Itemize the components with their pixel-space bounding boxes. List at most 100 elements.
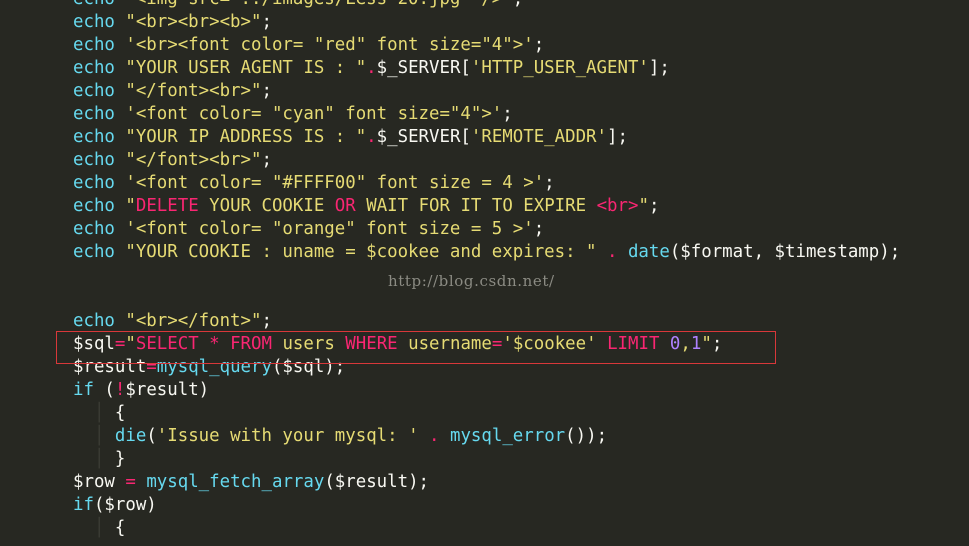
code-token: echo xyxy=(73,0,125,9)
code-line[interactable]: echo "DELETE YOUR COOKIE OR WAIT FOR IT … xyxy=(0,195,969,218)
code-token: <br> xyxy=(596,196,639,216)
code-token: ]; xyxy=(648,58,670,78)
code-token: YOUR COOKIE xyxy=(198,196,335,216)
code-token: echo xyxy=(73,242,126,262)
code-token: , xyxy=(680,334,691,354)
code-token: "<br><br><b>" xyxy=(125,12,262,32)
code-line[interactable]: if (!$result) xyxy=(0,379,969,402)
code-token: $result xyxy=(73,357,147,377)
code-token: "YOUR COOKIE : uname = $cookee and expir… xyxy=(125,242,597,262)
code-area[interactable]: echo '<img src="../images/Less-20.jpg" /… xyxy=(0,0,969,540)
code-token: "YOUR IP ADDRESS IS : " xyxy=(125,127,367,147)
code-token: ; xyxy=(261,12,272,32)
code-token: │ xyxy=(73,449,115,469)
code-token: mysql_fetch_array xyxy=(146,472,325,492)
code-token: ; xyxy=(513,0,523,9)
code-editor[interactable]: echo '<img src="../images/Less-20.jpg" /… xyxy=(0,0,969,546)
code-line[interactable]: echo "</font><br>"; xyxy=(0,149,969,172)
code-token: mysql_error xyxy=(449,426,566,446)
code-token: '$cookee' xyxy=(502,334,608,354)
code-token: echo xyxy=(73,35,126,55)
code-token: ! xyxy=(114,380,126,400)
code-line[interactable]: echo "<br><br><b>"; xyxy=(0,11,969,34)
code-token: echo xyxy=(73,12,126,32)
code-token: ($sql); xyxy=(271,357,346,377)
code-token: '<br><font color= "red" font size="4">' xyxy=(125,35,534,55)
code-token: $_SERVER[ xyxy=(376,58,471,78)
code-token: echo xyxy=(73,81,126,101)
code-token: { xyxy=(114,403,126,423)
code-token: ; xyxy=(533,35,545,55)
watermark: http://blog.csdn.net/ xyxy=(388,272,555,290)
code-token: { xyxy=(114,518,126,538)
code-token: 'REMOTE_ADDR' xyxy=(470,127,608,147)
code-line[interactable]: echo '<br><font color= "red" font size="… xyxy=(0,34,969,57)
code-token: ]; xyxy=(607,127,628,147)
code-line[interactable]: │ { xyxy=(0,517,969,540)
code-token: echo xyxy=(73,196,126,216)
code-line[interactable]: echo "<br></font>"; xyxy=(0,310,969,333)
code-token: users xyxy=(271,334,346,354)
code-token: echo xyxy=(73,104,126,124)
code-token: ($row) xyxy=(93,495,157,515)
code-token: '<font color= "cyan" font size="4">' xyxy=(125,104,503,124)
code-token: } xyxy=(114,449,126,469)
code-token: ; xyxy=(544,173,555,193)
code-line[interactable]: │ die('Issue with your mysql: ' . mysql_… xyxy=(0,425,969,448)
code-token: WAIT FOR IT TO EXPIRE xyxy=(355,196,597,216)
code-token: " xyxy=(638,196,649,216)
code-token: " xyxy=(125,334,136,354)
code-token: 'Issue with your mysql: ' xyxy=(156,426,419,446)
code-line[interactable] xyxy=(0,287,969,310)
code-line[interactable]: echo '<img src="../images/Less-20.jpg" /… xyxy=(0,0,969,11)
code-token: " xyxy=(125,196,136,216)
code-token: mysql_query xyxy=(156,357,272,377)
code-line[interactable]: │ } xyxy=(0,448,969,471)
code-line[interactable]: $result=mysql_query($sql); xyxy=(0,356,969,379)
code-token: LIMIT xyxy=(607,334,660,354)
code-line[interactable]: $sql="SELECT * FROM users WHERE username… xyxy=(0,333,969,356)
code-token: echo xyxy=(73,58,126,78)
code-token: "YOUR USER AGENT IS : " xyxy=(125,58,367,78)
code-token: $sql xyxy=(73,334,115,354)
code-token: = xyxy=(114,334,126,354)
code-token: = xyxy=(491,334,503,354)
code-token: . xyxy=(418,426,450,446)
code-token: │ xyxy=(73,518,115,538)
code-line[interactable]: echo '<font color= "orange" font size = … xyxy=(0,218,969,241)
code-token: 1 xyxy=(690,334,702,354)
code-token: "</font><br>" xyxy=(125,81,262,101)
code-token: echo xyxy=(73,173,126,193)
code-token: ; xyxy=(533,219,545,239)
code-line[interactable]: echo "YOUR USER AGENT IS : ".$_SERVER['H… xyxy=(0,57,969,80)
code-token: │ xyxy=(73,426,115,446)
code-line[interactable]: $row = mysql_fetch_array($result); xyxy=(0,471,969,494)
code-line[interactable]: echo '<font color= "#FFFF00" font size =… xyxy=(0,172,969,195)
code-token: ( xyxy=(104,380,115,400)
code-token: = xyxy=(125,472,136,492)
code-token: ()); xyxy=(565,426,608,446)
code-token: ( xyxy=(146,426,157,446)
code-token: die xyxy=(114,426,147,446)
code-token: ; xyxy=(502,104,513,124)
code-line[interactable]: echo "YOUR COOKIE : uname = $cookee and … xyxy=(0,241,969,264)
code-line[interactable]: │ { xyxy=(0,402,969,425)
code-line[interactable]: if($row) xyxy=(0,494,969,517)
code-token: ; xyxy=(261,81,272,101)
code-line[interactable]: echo "</font><br>"; xyxy=(0,80,969,103)
code-token: echo xyxy=(73,127,126,147)
code-token: $_SERVER[ xyxy=(376,127,471,147)
code-token: '<font color= "orange" font size = 5 >' xyxy=(125,219,534,239)
code-line[interactable]: echo "YOUR IP ADDRESS IS : ".$_SERVER['R… xyxy=(0,126,969,149)
code-token: │ xyxy=(73,403,115,423)
code-token: date xyxy=(627,242,670,262)
code-token: ; xyxy=(648,196,660,216)
code-line[interactable]: echo '<font color= "cyan" font size="4">… xyxy=(0,103,969,126)
code-token: ($format, $timestamp); xyxy=(669,242,901,262)
code-token: '<font color= "#FFFF00" font size = 4 >' xyxy=(125,173,545,193)
code-token: ; xyxy=(261,150,272,170)
code-token: . xyxy=(366,58,377,78)
code-token: if xyxy=(73,380,105,400)
